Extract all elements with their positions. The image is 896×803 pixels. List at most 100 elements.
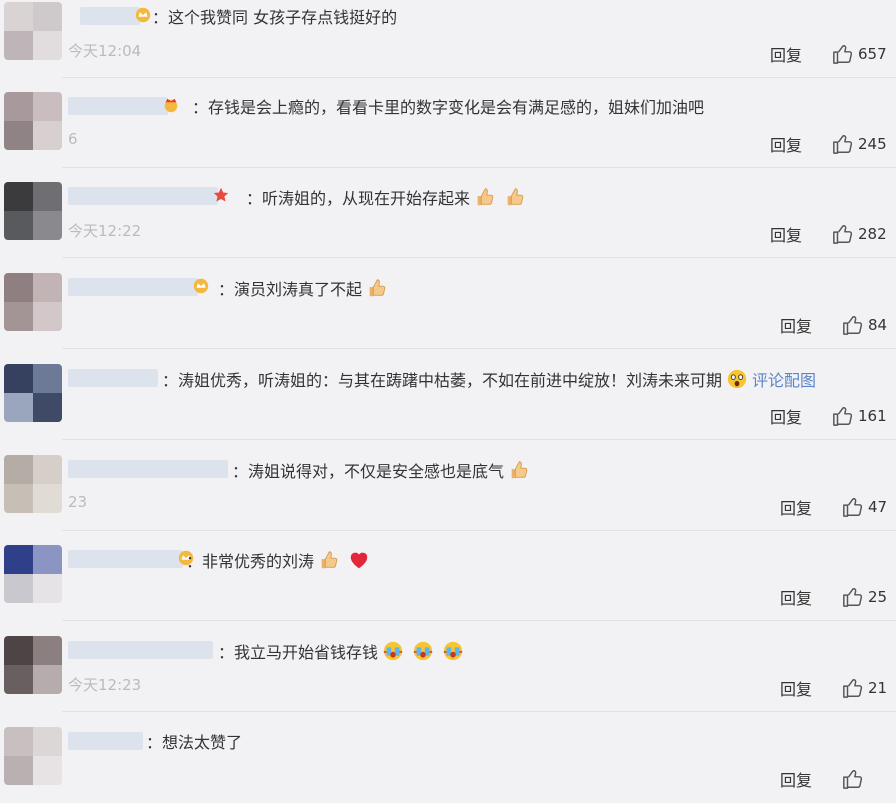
comment-time: 今天12:22 xyxy=(68,222,142,240)
comment-body: ：这个我赞同 女孩子存点钱挺好的 xyxy=(152,6,397,30)
comment-text: 涛姐说得对，不仅是安全感也是底气 xyxy=(248,462,505,481)
reply-button[interactable]: 回复 xyxy=(770,222,802,246)
avatar[interactable] xyxy=(4,636,62,694)
reply-button[interactable]: 回复 xyxy=(780,313,812,337)
heart-icon xyxy=(350,552,368,569)
comment-time: 今天12:23 xyxy=(68,676,142,694)
like-count: 245 xyxy=(858,135,887,153)
comment-body: ：存钱是会上瘾的，看看卡里的数字变化是会有满足感的，姐妹们加油吧 xyxy=(192,96,704,120)
scream-emoji-icon xyxy=(727,369,747,389)
comment-body: ：演员刘涛真了不起 xyxy=(218,277,392,302)
comment-body: ：非常优秀的刘涛 xyxy=(186,549,374,574)
crying-emoji-icon xyxy=(383,641,403,661)
like-button[interactable]: 282 xyxy=(832,223,887,245)
comment-time: 今天12:04 xyxy=(68,42,142,60)
divider xyxy=(62,711,896,712)
comment-prefix: ： xyxy=(146,733,163,752)
username[interactable] xyxy=(68,369,158,387)
reply-button[interactable]: 回复 xyxy=(770,132,802,156)
thumbs-up-icon xyxy=(843,588,863,607)
thumbs-up-emoji-icon xyxy=(507,188,524,206)
avatar[interactable] xyxy=(4,2,62,60)
thumbs-up-icon xyxy=(843,770,863,789)
comment-prefix: ： xyxy=(218,280,235,299)
comment-body: ：涛姐优秀，听涛姐的：与其在踌躇中枯萎，不如在前进中绽放！刘涛未来可期 评论配图 xyxy=(162,368,816,393)
like-button[interactable]: 21 xyxy=(842,677,887,699)
comment-prefix: ： xyxy=(186,552,203,571)
thumbs-up-icon xyxy=(843,316,863,335)
thumbs-up-emoji-icon xyxy=(477,188,494,206)
comment-item: ：存钱是会上瘾的，看看卡里的数字变化是会有满足感的，姐妹们加油吧 6 回复 245 xyxy=(0,78,896,168)
username[interactable] xyxy=(68,278,198,296)
reply-button[interactable]: 回复 xyxy=(780,767,812,791)
like-button[interactable]: 25 xyxy=(842,586,887,608)
like-button[interactable]: 84 xyxy=(842,314,887,336)
comment-item: ：涛姐说得对，不仅是安全感也是底气 23 回复 47 xyxy=(0,441,896,531)
like-count: 25 xyxy=(868,588,888,606)
avatar[interactable] xyxy=(4,545,62,603)
avatar[interactable] xyxy=(4,364,62,422)
like-count: 657 xyxy=(858,45,887,63)
comment-time: 6 xyxy=(68,130,78,148)
avatar[interactable] xyxy=(4,273,62,331)
comment-text: 非常优秀的刘涛 xyxy=(202,552,315,571)
username[interactable] xyxy=(68,550,183,568)
like-button[interactable]: 245 xyxy=(832,133,887,155)
reply-button[interactable]: 回复 xyxy=(780,676,812,700)
thumbs-up-icon xyxy=(843,679,863,698)
comment-prefix: ： xyxy=(152,8,169,27)
username[interactable] xyxy=(68,732,143,750)
comment-item: ：我立马开始省钱存钱 今天12:23 回复 21 xyxy=(0,622,896,712)
crying-emoji-icon xyxy=(413,641,433,661)
avatar[interactable] xyxy=(4,92,62,150)
reply-button[interactable]: 回复 xyxy=(770,42,802,66)
comment-body: ：想法太赞了 xyxy=(146,731,242,755)
reply-button[interactable]: 回复 xyxy=(780,585,812,609)
comment-item: ：演员刘涛真了不起回复 84 xyxy=(0,259,896,349)
comment-text: 我立马开始省钱存钱 xyxy=(234,643,379,662)
reply-button[interactable]: 回复 xyxy=(780,495,812,519)
member-badge-icon xyxy=(135,7,151,23)
comment-text: 想法太赞了 xyxy=(162,733,243,752)
like-count: 282 xyxy=(858,225,887,243)
thumbs-up-icon xyxy=(843,498,863,517)
thumbs-up-icon xyxy=(833,407,853,426)
avatar[interactable] xyxy=(4,727,62,785)
comment-image-link[interactable]: 评论配图 xyxy=(752,371,816,390)
avatar[interactable] xyxy=(4,455,62,513)
comment-text: 这个我赞同 女孩子存点钱挺好的 xyxy=(168,8,398,27)
like-count: 21 xyxy=(868,679,888,697)
username[interactable] xyxy=(80,7,140,25)
like-count: 161 xyxy=(858,407,887,425)
username[interactable] xyxy=(68,460,228,478)
like-button[interactable]: 47 xyxy=(842,496,887,518)
crying-emoji-icon xyxy=(443,641,463,661)
comment-text: 演员刘涛真了不起 xyxy=(234,280,363,299)
comment-item: ：涛姐优秀，听涛姐的：与其在踌躇中枯萎，不如在前进中绽放！刘涛未来可期 评论配图回… xyxy=(0,350,896,440)
thumbs-up-icon xyxy=(833,135,853,154)
comment-body: ：涛姐说得对，不仅是安全感也是底气 xyxy=(232,459,534,484)
username[interactable] xyxy=(68,187,218,205)
thumbs-up-emoji-icon xyxy=(321,551,338,569)
comment-prefix: ： xyxy=(162,371,179,390)
comment-text: 听涛姐的，从现在开始存起来 xyxy=(262,189,471,208)
avatar[interactable] xyxy=(4,182,62,240)
username[interactable] xyxy=(68,641,213,659)
divider xyxy=(62,257,896,258)
like-count: 84 xyxy=(868,316,888,334)
comment-prefix: ： xyxy=(246,189,263,208)
thumbs-up-icon xyxy=(833,225,853,244)
like-button[interactable]: 657 xyxy=(832,43,887,65)
like-count: 47 xyxy=(868,498,888,516)
comment-item: ：听涛姐的，从现在开始存起来今天12:22 回复 282 xyxy=(0,168,896,258)
like-button[interactable] xyxy=(842,768,868,790)
comment-text: 涛姐优秀，听涛姐的：与其在踌躇中枯萎，不如在前进中绽放！刘涛未来可期 xyxy=(178,371,723,390)
comment-prefix: ： xyxy=(232,462,249,481)
reply-button[interactable]: 回复 xyxy=(770,404,802,428)
like-button[interactable]: 161 xyxy=(832,405,887,427)
comment-item: ：非常优秀的刘涛回复 25 xyxy=(0,531,896,621)
thumbs-up-emoji-icon xyxy=(511,461,528,479)
username[interactable] xyxy=(68,97,168,115)
member-badge-icon xyxy=(193,278,209,294)
divider xyxy=(62,439,896,440)
